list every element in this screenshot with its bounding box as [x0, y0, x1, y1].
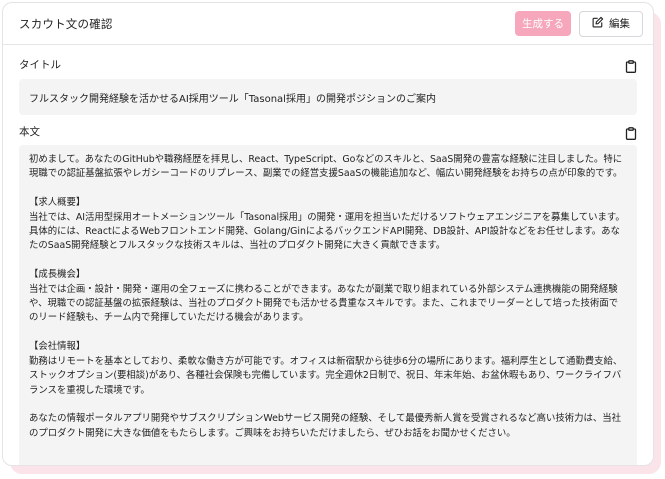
clipboard-icon[interactable]: [625, 58, 637, 73]
title-field: フルスタック開発経験を活かせるAI採用ツール「Tasonal採用」の開発ポジショ…: [19, 79, 637, 115]
page-title: スカウト文の確認: [19, 16, 113, 31]
body-field: 初めまして。あなたのGitHubや職務経歴を拝見し、React、TypeScri…: [19, 145, 637, 465]
edit-button-label: 編集: [609, 18, 630, 30]
edit-button[interactable]: 編集: [579, 10, 643, 37]
title-label-row: タイトル: [3, 45, 653, 79]
pencil-square-icon: [592, 16, 604, 31]
generate-button[interactable]: 生成する: [515, 11, 571, 36]
clipboard-icon[interactable]: [625, 125, 637, 140]
body-label-row: 本文: [3, 115, 653, 145]
body-label: 本文: [19, 125, 40, 138]
scout-preview-card: スカウト文の確認 生成する 編集 タイトル フルスタック開発経験を活かせるAI採…: [2, 2, 654, 466]
card-header: スカウト文の確認 生成する 編集: [3, 3, 653, 45]
title-label: タイトル: [19, 58, 61, 71]
header-actions: 生成する 編集: [515, 10, 643, 37]
